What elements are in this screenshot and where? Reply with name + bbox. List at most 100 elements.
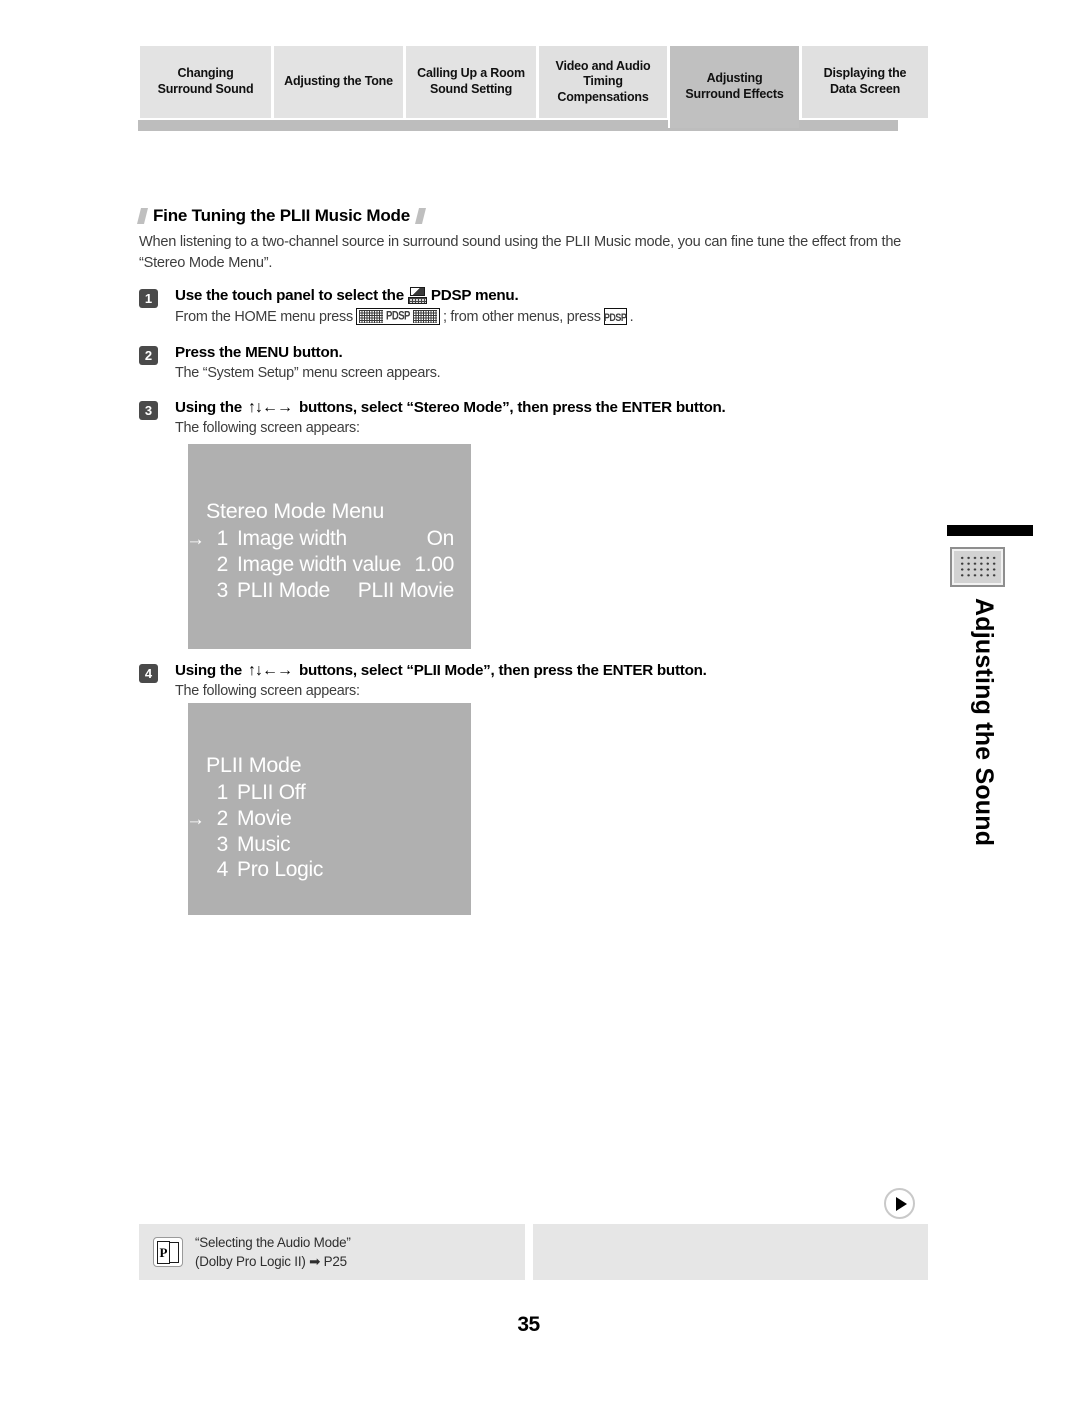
tab-adjusting-the-tone[interactable]: Adjusting the Tone: [272, 44, 403, 118]
page-reference-icon: P: [153, 1237, 183, 1267]
osd-row-number: 3: [216, 578, 229, 602]
osd-row-label: Image width: [237, 527, 347, 550]
tab-line: Compensations: [557, 89, 649, 104]
osd-row[interactable]: 4 Pro Logic: [186, 857, 406, 883]
pdsp-wide-key-label: PDSP: [385, 309, 411, 324]
osd-row-label: Music: [237, 832, 291, 856]
reference-text: “Selecting the Audio Mode” (Dolby Pro Lo…: [195, 1233, 351, 1272]
tab-line: Calling Up a Room: [417, 66, 525, 81]
pdsp-screen-icon: [407, 287, 427, 304]
tab-line: Video and Audio: [555, 58, 651, 73]
step-title-text-before: Using the: [175, 399, 242, 416]
osd-row-number: 1: [216, 781, 229, 804]
step-2: 2 Press the MENU button. The “System Set…: [139, 344, 929, 381]
osd-cursor-arrow-icon: →: [186, 808, 205, 830]
osd-row-label: Movie: [237, 806, 292, 830]
tab-line: Adjusting the Tone: [284, 74, 393, 89]
page-number: 35: [517, 1313, 540, 1336]
reference-line-1: “Selecting the Audio Mode”: [195, 1234, 351, 1250]
page-reference-letter: P: [157, 1241, 170, 1264]
step-sub-after: .: [629, 308, 634, 325]
step-title-text-before: Use the touch panel to select the: [175, 287, 404, 304]
tab-line: Adjusting: [706, 71, 763, 86]
osd-row[interactable]: 3 PLII Mode PLII Movie: [186, 578, 455, 604]
step-sub-middle: ; from other menus, press: [442, 308, 601, 325]
osd-title: Stereo Mode Menu: [206, 499, 385, 523]
section-intro-text: When listening to a two-channel source i…: [139, 234, 902, 271]
step-2-subtext: The “System Setup” menu screen appears.: [175, 365, 441, 381]
section-title: Fine Tuning the PLII Music Mode: [153, 206, 410, 225]
osd-row-label: PLII Off: [237, 781, 306, 804]
osd-row[interactable]: → 1 Image width On: [186, 526, 454, 552]
osd-row-label: Pro Logic: [237, 858, 324, 882]
tab-line: Data Screen: [829, 82, 901, 96]
osd-row[interactable]: 1 PLII Off: [186, 780, 406, 806]
osd-row[interactable]: → 2 Movie: [186, 806, 406, 832]
step-3-title: Using the ↑↓←→ buttons, select “Stereo M…: [175, 399, 929, 416]
step-1-subtext: From the HOME menu press PDSP ; from oth…: [175, 308, 929, 325]
osd-title: PLII Mode: [206, 753, 302, 777]
side-tab-rule: [947, 525, 1033, 536]
osd-row-number: 2: [216, 552, 229, 576]
osd-row-value: PLII Movie: [357, 578, 455, 602]
tab-line: Timing: [583, 74, 623, 89]
tab-adjusting-surround-effects[interactable]: Adjusting Surround Effects: [668, 44, 799, 128]
step-number-badge: 1: [139, 289, 158, 308]
footer-reference-area: P “Selecting the Audio Mode” (Dolby Pro …: [139, 1224, 928, 1280]
tab-displaying-the-data-screen[interactable]: Displaying the Data Screen: [800, 44, 928, 118]
osd-row-label: PLII Mode: [237, 578, 331, 602]
tab-line: Sound Setting: [429, 82, 513, 96]
osd-row-value: 1.00: [414, 552, 454, 576]
step-4: 4 Using the ↑↓←→ buttons, select “PLII M…: [139, 662, 929, 699]
reference-box-empty: [533, 1224, 928, 1280]
osd-row-value: On: [426, 527, 455, 550]
pdsp-small-key-icon[interactable]: PDSP: [603, 308, 627, 325]
tab-line: Changing: [177, 66, 234, 81]
step-2-title: Press the MENU button.: [175, 344, 343, 361]
step-1: 1 Use the touch panel to select the PDSP…: [139, 287, 929, 325]
step-4-subtext: The following screen appears:: [175, 683, 360, 699]
step-3-subtext: The following screen appears:: [175, 420, 360, 436]
tab-line: Surround Sound: [157, 82, 254, 96]
step-number-badge: 2: [139, 346, 158, 365]
tab-line: Displaying the: [823, 66, 907, 81]
step-number-badge: 4: [139, 664, 158, 683]
next-page-button[interactable]: [884, 1188, 915, 1219]
step-sub-before: From the HOME menu press: [175, 308, 353, 325]
keypad-dots-icon: [958, 555, 997, 579]
bar-glyph-icon: [137, 208, 148, 224]
bar-glyph-icon: [414, 208, 426, 224]
step-title-text-after: buttons, select “Stereo Mode”, then pres…: [298, 399, 726, 416]
step-title-text-after: buttons, select “PLII Mode”, then press …: [298, 662, 707, 679]
step-number-badge: 3: [139, 401, 158, 420]
reference-line-2: (Dolby Pro Logic II) ➡ P25: [195, 1254, 347, 1269]
tab-calling-up-a-room-sound-setting[interactable]: Calling Up a Room Sound Setting: [404, 44, 536, 118]
osd-row-number: 2: [216, 806, 229, 830]
step-4-title: Using the ↑↓←→ buttons, select “PLII Mod…: [175, 662, 929, 679]
step-title-text-after: PDSP menu.: [430, 287, 519, 304]
pdsp-small-key-label: PDSP: [603, 310, 627, 323]
osd-plii-mode-menu: PLII Mode 1 PLII Off → 2 Movie 3 Music 4…: [186, 703, 471, 915]
pdsp-wide-key-icon[interactable]: PDSP: [355, 308, 440, 325]
reference-box[interactable]: P “Selecting the Audio Mode” (Dolby Pro …: [139, 1224, 525, 1280]
tab-video-and-audio-timing-compensations[interactable]: Video and Audio Timing Compensations: [537, 44, 667, 118]
section-tab-strip: Changing Surround Sound Adjusting the To…: [138, 44, 928, 132]
osd-row-number: 3: [216, 832, 229, 856]
osd-row-label: Image width value: [237, 552, 402, 576]
step-3: 3 Using the ↑↓←→ buttons, select “Stereo…: [139, 399, 929, 436]
side-tab-keypad-icon: [950, 547, 1005, 587]
direction-arrows-icon: ↑↓←→: [247, 661, 293, 679]
step-title-text-before: Using the: [175, 662, 242, 679]
section-heading: Fine Tuning the PLII Music Mode: [137, 206, 426, 226]
osd-row-number: 1: [216, 527, 229, 550]
tab-line: Surround Effects: [685, 87, 784, 101]
osd-stereo-mode-menu: Stereo Mode Menu → 1 Image width On 2 Im…: [186, 444, 471, 649]
step-1-title: Use the touch panel to select the PDSP m…: [175, 287, 929, 304]
side-tab-label: Adjusting the Sound: [970, 598, 998, 847]
play-triangle-icon: [895, 1196, 907, 1211]
direction-arrows-icon: ↑↓←→: [247, 398, 293, 416]
osd-row-number: 4: [216, 858, 229, 882]
osd-row[interactable]: 2 Image width value 1.00: [186, 552, 455, 578]
osd-row[interactable]: 3 Music: [186, 832, 406, 858]
tab-changing-surround-sound[interactable]: Changing Surround Sound: [138, 44, 271, 118]
